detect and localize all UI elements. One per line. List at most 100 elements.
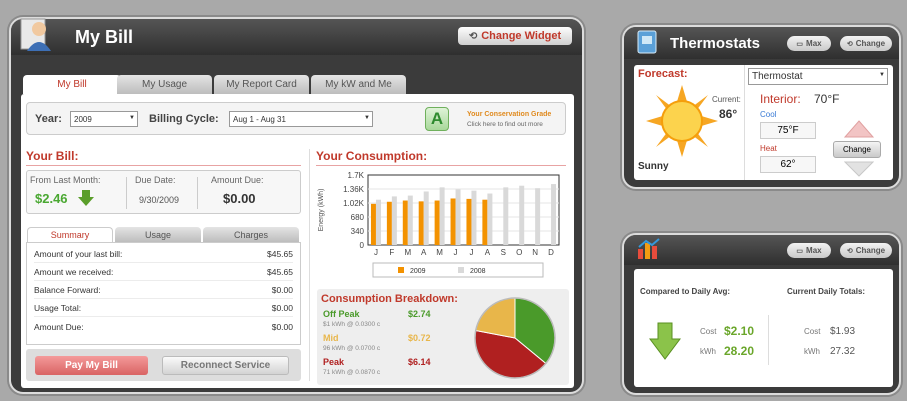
row-label: Usage Total: xyxy=(34,303,82,313)
legend-label: 2008 xyxy=(470,268,486,275)
tab-charges[interactable]: Charges xyxy=(203,227,299,242)
change-widget-button[interactable]: ⟲ Change Widget xyxy=(458,27,572,45)
change-button[interactable]: ⟲ Change xyxy=(840,243,892,258)
table-row: Amount of your last bill: $45.65 xyxy=(34,246,293,263)
temp-down-icon[interactable] xyxy=(843,161,875,182)
divider xyxy=(309,149,310,381)
bar-chart-icon xyxy=(636,237,662,266)
grade-subtitle[interactable]: Click here to find out more xyxy=(467,121,543,128)
divider xyxy=(316,165,566,166)
tab-summary[interactable]: Summary xyxy=(27,227,113,242)
tab-my-kw-and-me[interactable]: My kW and Me xyxy=(311,75,406,94)
row-value: $0.00 xyxy=(271,303,293,313)
x-tick-label: M xyxy=(404,248,411,257)
cool-setpoint[interactable]: 75°F xyxy=(760,122,816,139)
thermostats-widget: Thermostats ▭ Max ⟲ Change Forecast: Curre… xyxy=(622,25,901,189)
bar-2008-4 xyxy=(439,187,445,245)
grade-letter: A xyxy=(430,109,444,128)
bar-2008-2 xyxy=(407,195,413,245)
tab-label: Charges xyxy=(233,229,269,240)
consumption-bar-chart: Energy (kWh)03406801.02K1.36K1.7KJ F M A M J J… xyxy=(318,171,560,278)
reconnect-service-button[interactable]: Reconnect Service xyxy=(162,356,289,375)
table-row: Amount we received: $45.65 xyxy=(34,264,293,281)
compared-kwh: 28.20 xyxy=(724,344,755,358)
row-label: Amount Due: xyxy=(34,321,84,332)
refresh-icon: ⟲ xyxy=(846,247,853,255)
maximize-icon: ▭ xyxy=(796,247,804,255)
thermostat-change-button[interactable]: Change xyxy=(833,141,881,158)
billing-cycle-value: Aug 1 - Aug 31 xyxy=(233,114,286,124)
row-value: $0.00 xyxy=(271,321,293,332)
legend-swatch xyxy=(398,267,404,273)
max-label: Max xyxy=(806,246,822,255)
change-label: Change xyxy=(855,246,886,255)
year-value: 2009 xyxy=(74,114,92,124)
breakdown-item-off-peak: Off Peak $2.74 $1 kWh @ 0.0300 c xyxy=(323,309,438,333)
x-tick-label: J xyxy=(454,248,458,257)
bar-2008-8 xyxy=(503,187,509,245)
breakdown-item-mid: Mid $0.72 96 kWh @ 0.0700 c xyxy=(323,333,438,357)
current-kwh: 27.32 xyxy=(830,346,856,357)
temp-up-icon[interactable] xyxy=(843,120,875,143)
daily-totals-header: ▭ Max ⟲ Change xyxy=(624,235,899,265)
thermostat-select[interactable]: Thermostat ▼ xyxy=(748,68,888,85)
breakdown-value: $6.14 xyxy=(408,357,431,367)
user-avatar-icon xyxy=(19,15,55,53)
sun-icon xyxy=(644,83,720,164)
y-tick-label: 340 xyxy=(351,227,365,236)
tab-label: My Usage xyxy=(141,79,187,90)
arrow-down-icon xyxy=(648,321,682,366)
x-tick-label: O xyxy=(516,248,522,257)
tab-my-bill[interactable]: My Bill xyxy=(23,75,121,94)
table-row: Balance Forward: $0.00 xyxy=(34,282,293,299)
due-date-label: Due Date: xyxy=(135,175,176,185)
year-select[interactable]: 2009 ▼ xyxy=(70,111,138,127)
change-button-label: Change xyxy=(842,145,872,154)
my-bill-content: Year: 2009 ▼ Billing Cycle: Aug 1 - Aug 3… xyxy=(21,94,574,388)
conservation-grade-badge[interactable]: A xyxy=(425,107,449,131)
reconnect-button-label: Reconnect Service xyxy=(180,360,271,371)
y-tick-label: 0 xyxy=(360,241,365,250)
pay-my-bill-button[interactable]: Pay My Bill xyxy=(35,356,148,375)
bar-2008-10 xyxy=(535,188,541,245)
max-button[interactable]: ▭ Max xyxy=(787,243,831,258)
y-tick-label: 1.02K xyxy=(343,199,365,208)
interior-value: 70°F xyxy=(814,92,840,106)
divider xyxy=(744,65,745,180)
heat-setpoint[interactable]: 62° xyxy=(760,156,816,173)
divider xyxy=(768,315,769,365)
daily-totals-body: Compared to Daily Avg: Current Daily Tot… xyxy=(634,269,893,387)
tab-usage[interactable]: Usage xyxy=(115,227,201,242)
tab-my-report-card[interactable]: My Report Card xyxy=(214,75,309,94)
compared-cost: $2.10 xyxy=(724,324,755,338)
row-value: $45.65 xyxy=(267,267,293,277)
tab-label: My kW and Me xyxy=(325,79,392,90)
billing-cycle-label: Billing Cycle: xyxy=(149,113,219,125)
totals-label: Current Daily Totals: xyxy=(787,287,866,296)
tab-label: My Bill xyxy=(57,79,87,90)
tab-my-usage[interactable]: My Usage xyxy=(117,75,212,94)
due-date-value: 9/30/2009 xyxy=(139,195,180,205)
your-bill-heading: Your Bill: xyxy=(26,149,79,163)
billing-cycle-select[interactable]: Aug 1 - Aug 31 ▼ xyxy=(229,111,373,127)
bill-summary-box: From Last Month: $2.46 Due Date: 9/30/20… xyxy=(26,170,301,214)
row-label: Balance Forward: xyxy=(34,285,101,295)
daily-totals-widget: ▭ Max ⟲ Change Compared to Daily Avg: Curr… xyxy=(622,233,901,395)
consumption-breakdown-panel: Consumption Breakdown: Off Peak $2.74 $1… xyxy=(317,289,569,385)
bar-2008-7 xyxy=(487,193,493,245)
y-tick-label: 680 xyxy=(351,213,365,222)
change-button[interactable]: ⟲ Change xyxy=(840,36,892,51)
table-row: Usage Total: $0.00 xyxy=(34,300,293,317)
current-cost: $1.93 xyxy=(830,326,856,337)
legend-label: 2009 xyxy=(410,268,426,275)
x-tick-label: J xyxy=(374,248,378,257)
tab-label: My Report Card xyxy=(226,79,297,90)
breakdown-detail: 71 kWh @ 0.0870 c xyxy=(323,369,381,376)
page-title: My Bill xyxy=(75,27,134,47)
interior-label: Interior: xyxy=(760,92,801,106)
bar-2008-9 xyxy=(519,185,525,245)
grade-title[interactable]: Your Conservation Grade xyxy=(467,111,551,118)
max-button[interactable]: ▭ Max xyxy=(787,36,831,51)
breakdown-name: Peak xyxy=(323,357,345,367)
x-tick-label: J xyxy=(469,248,473,257)
